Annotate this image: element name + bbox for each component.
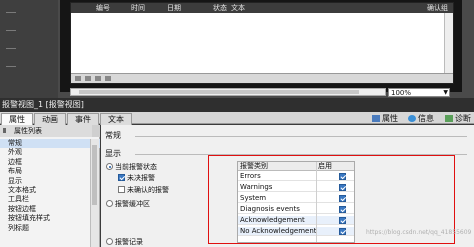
unresolved-checkbox[interactable] <box>118 174 125 181</box>
tab-right-diagnostics[interactable]: 诊断 <box>445 113 471 124</box>
property-item-layout[interactable]: 布局 <box>0 167 100 176</box>
zoom-select[interactable]: 100% ▼ <box>388 88 450 97</box>
section-divider <box>135 136 467 137</box>
property-item-appearance[interactable]: 外观 <box>0 148 100 157</box>
tab-properties[interactable]: 属性 <box>1 113 33 125</box>
property-item-border[interactable]: 边框 <box>0 158 100 167</box>
toolbar-button-icon[interactable] <box>85 76 91 81</box>
chevron-down-icon: ▼ <box>443 89 448 96</box>
zoom-value: 100% <box>391 89 412 97</box>
unacknowledged-checkbox[interactable] <box>118 186 125 193</box>
unresolved-label: 未决报警 <box>127 174 155 182</box>
toolbar-button-icon[interactable] <box>95 76 101 81</box>
tab-right-info[interactable]: 信息 <box>408 113 434 124</box>
property-content-pane: 常规 显示 当前报警状态 未决报警 未确认的报警 报警缓冲区 报警记录 报警类别… <box>101 125 474 247</box>
properties-icon <box>372 115 380 122</box>
toolbar-button-icon[interactable] <box>105 76 111 81</box>
property-item-display[interactable]: 显示 <box>0 177 100 186</box>
scrollbar-thumb[interactable] <box>79 90 359 94</box>
property-list-scrollbar[interactable] <box>90 139 99 247</box>
info-icon <box>408 115 416 122</box>
list-icon <box>3 128 11 133</box>
column-header-time: 时间 <box>131 4 145 12</box>
property-item-button-fill[interactable]: 按钮填充样式 <box>0 214 100 223</box>
property-item-text-format[interactable]: 文本格式 <box>0 186 100 195</box>
alarm-list-area <box>71 13 453 75</box>
alarm-view-control[interactable]: 编号 时间 日期 状态 文本 确认组 <box>70 2 454 84</box>
canvas-horizontal-scrollbar[interactable] <box>70 88 386 96</box>
property-list-pane: 属性列表 常规 外观 边框 布局 显示 文本格式 工具栏 按钮边框 按钮填充样式… <box>0 125 100 247</box>
alarm-view-header: 编号 时间 日期 状态 文本 确认组 <box>71 3 453 13</box>
alarm-log-label: 报警记录 <box>115 238 143 246</box>
alarm-buffer-label: 报警缓冲区 <box>115 200 150 208</box>
section-title-display: 显示 <box>105 149 121 158</box>
toolbar-button-icon[interactable] <box>75 76 81 81</box>
column-header-ack-group: 确认组 <box>427 4 448 12</box>
column-header-status: 状态 <box>213 4 227 12</box>
property-item-general[interactable]: 常规 <box>0 139 100 149</box>
property-item-button-border[interactable]: 按钮边框 <box>0 205 100 214</box>
column-header-number: 编号 <box>96 4 110 12</box>
current-state-label: 当前报警状态 <box>115 163 157 171</box>
inspector-title: 报警视图_1 [报警视图] <box>0 98 474 112</box>
property-item-column-header[interactable]: 列标题 <box>0 224 100 233</box>
tab-events[interactable]: 事件 <box>67 113 99 125</box>
section-title-general: 常规 <box>105 131 121 140</box>
current-state-radio[interactable] <box>106 163 113 170</box>
tab-animation[interactable]: 动画 <box>34 113 66 125</box>
alarm-buffer-radio[interactable] <box>106 200 113 207</box>
left-panel-strip <box>0 0 58 98</box>
alarm-view-toolbar <box>71 73 453 83</box>
diagnostics-icon <box>445 115 453 122</box>
alarm-log-radio[interactable] <box>106 238 113 245</box>
column-header-text: 文本 <box>231 4 245 12</box>
watermark: https://blog.csdn.net/qq_41855609 <box>366 229 472 236</box>
column-header-date: 日期 <box>167 4 181 12</box>
inspector-tabs: 属性 动画 事件 文本 属性 信息 诊断 <box>0 112 474 125</box>
tab-right-properties[interactable]: 属性 <box>372 113 398 124</box>
property-list-header: 属性列表 <box>0 125 100 137</box>
scrollbar-thumb[interactable] <box>92 145 97 205</box>
tab-texts[interactable]: 文本 <box>100 113 132 125</box>
alarm-vertical-scrollbar[interactable] <box>444 13 453 75</box>
unacknowledged-label: 未确认的报警 <box>127 186 169 194</box>
property-item-toolbar[interactable]: 工具栏 <box>0 195 100 204</box>
